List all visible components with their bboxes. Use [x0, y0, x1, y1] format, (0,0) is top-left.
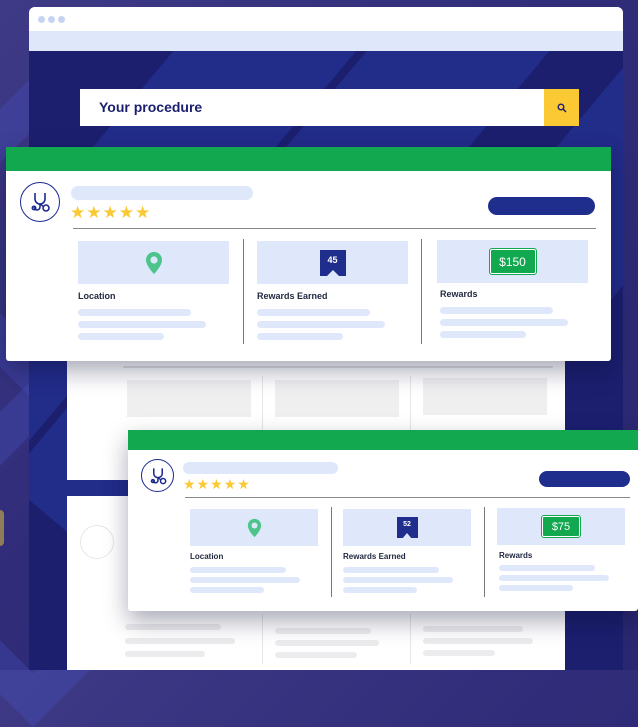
card-header-bar	[128, 430, 638, 450]
ghost-divider	[410, 614, 411, 664]
text-placeholder	[499, 585, 573, 591]
text-placeholder	[190, 587, 264, 593]
bookmark-badge: 45	[319, 249, 346, 277]
rewards-tile: $75	[497, 508, 625, 545]
text-placeholder	[78, 333, 164, 340]
reward-price-badge: $75	[541, 515, 581, 538]
rewards-label: Rewards	[499, 551, 533, 560]
text-placeholder	[440, 307, 553, 314]
background-shape	[0, 510, 4, 546]
ghost-line	[123, 366, 553, 368]
star-rating: ★★★★★	[183, 476, 251, 492]
rewards-earned-label: Rewards Earned	[257, 291, 328, 301]
text-placeholder	[343, 577, 453, 583]
search-icon	[557, 103, 567, 113]
reward-price-badge: $150	[488, 248, 537, 275]
ghost-tile	[127, 380, 251, 417]
text-placeholder	[440, 319, 568, 326]
location-label: Location	[78, 291, 116, 301]
ghost-line	[275, 640, 379, 646]
rewards-earned-tile: 45	[257, 241, 408, 284]
text-placeholder	[499, 565, 595, 571]
text-placeholder	[190, 567, 286, 573]
window-dot	[58, 16, 65, 23]
text-placeholder	[257, 333, 343, 340]
provider-avatar	[141, 459, 174, 492]
bookmark-badge: 52	[396, 517, 418, 539]
card-divider	[73, 228, 596, 229]
ghost-line	[125, 638, 235, 644]
text-placeholder	[343, 567, 439, 573]
provider-name-placeholder	[183, 462, 338, 474]
column-divider	[484, 507, 485, 597]
ghost-line	[275, 652, 357, 658]
text-placeholder	[190, 577, 300, 583]
ghost-line	[423, 626, 523, 632]
location-label: Location	[190, 552, 224, 561]
ghost-line	[125, 651, 205, 657]
text-placeholder	[499, 575, 609, 581]
rewards-tile: $150	[437, 240, 588, 283]
bookmark-notch	[325, 269, 340, 277]
card-header-bar	[6, 147, 611, 171]
ghost-avatar	[80, 525, 114, 559]
card-divider	[185, 497, 630, 498]
provider-avatar	[20, 182, 60, 222]
text-placeholder	[78, 321, 206, 328]
book-button[interactable]	[488, 197, 595, 215]
rewards-earned-label: Rewards Earned	[343, 552, 406, 561]
ghost-tile	[423, 378, 547, 415]
stethoscope-icon	[150, 467, 166, 484]
provider-name-placeholder	[71, 186, 253, 200]
book-button[interactable]	[539, 471, 630, 487]
browser-titlebar	[29, 7, 623, 31]
column-divider	[331, 507, 332, 597]
ghost-divider	[262, 614, 263, 664]
procedure-search-bar[interactable]: Your procedure	[80, 89, 579, 126]
text-placeholder	[440, 331, 526, 338]
map-pin-icon	[145, 251, 162, 274]
column-divider	[421, 239, 422, 344]
ghost-tile	[275, 380, 399, 417]
text-placeholder	[257, 321, 385, 328]
rewards-label: Rewards	[440, 289, 478, 299]
text-placeholder	[78, 309, 191, 316]
map-pin-icon	[247, 518, 261, 537]
search-input[interactable]: Your procedure	[99, 99, 202, 115]
location-tile	[190, 509, 318, 546]
ghost-line	[275, 628, 371, 634]
listing-card[interactable]: ★★★★★ Location 52 Rewards Earned $75 Rew…	[128, 430, 638, 611]
stethoscope-icon	[31, 193, 50, 212]
ghost-line	[423, 650, 495, 656]
window-dot	[48, 16, 55, 23]
rewards-earned-tile: 52	[343, 509, 471, 546]
star-rating: ★★★★★	[70, 203, 152, 222]
column-divider	[243, 239, 244, 344]
search-button[interactable]	[544, 89, 579, 126]
listing-card[interactable]: ★★★★★ Location 45 Rewards Earned $150 Re…	[6, 147, 611, 361]
bookmark-notch	[401, 533, 412, 539]
browser-address-bar	[29, 31, 623, 51]
location-tile	[78, 241, 229, 284]
window-dot	[38, 16, 45, 23]
text-placeholder	[343, 587, 417, 593]
ghost-line	[125, 624, 221, 630]
ghost-line	[423, 638, 533, 644]
text-placeholder	[257, 309, 370, 316]
